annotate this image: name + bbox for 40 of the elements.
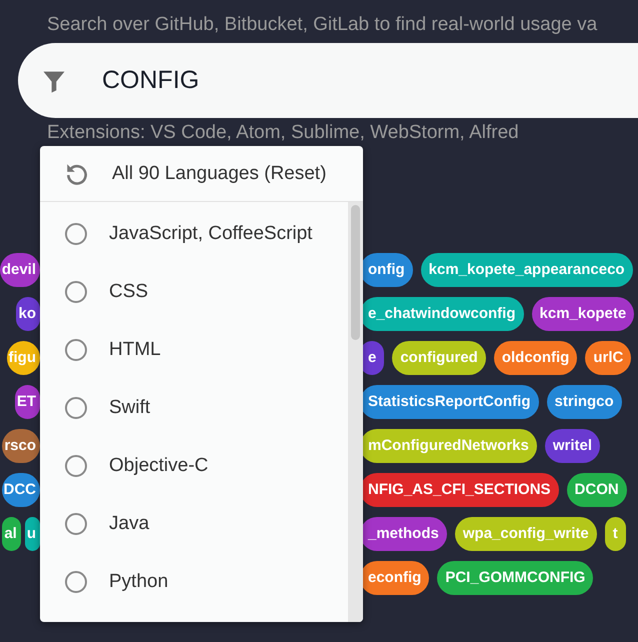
tag-chip[interactable]: e_chatwindowconfig xyxy=(360,297,524,331)
language-option[interactable]: Swift xyxy=(40,379,348,437)
tag-chip[interactable]: econfig xyxy=(360,561,430,595)
tag-chip[interactable]: devil xyxy=(0,253,40,287)
tag-chip[interactable]: DCC xyxy=(2,473,40,507)
extensions-text: Extensions: VS Code, Atom, Sublime, WebStorm, Alfred xyxy=(46,121,520,144)
tag-chip[interactable]: ko xyxy=(16,297,40,331)
language-option[interactable]: JavaScript, CoffeeScript xyxy=(40,205,348,263)
radio-button[interactable] xyxy=(65,339,87,361)
search-field[interactable]: CONFIG xyxy=(18,43,638,118)
tag-chip[interactable]: NFIG_AS_CFI_SECTIONS xyxy=(360,473,559,507)
reset-option[interactable]: All 90 Languages (Reset) xyxy=(40,146,363,202)
tag-chip[interactable]: writel xyxy=(544,429,600,463)
tag-chip[interactable]: al xyxy=(2,517,21,551)
tag-chip[interactable]: rsco xyxy=(2,429,40,463)
language-option[interactable]: Python xyxy=(40,553,348,611)
language-option[interactable]: Java xyxy=(40,495,348,553)
tag-chip[interactable]: kcm_kopete xyxy=(532,297,634,331)
language-option[interactable]: Objective-C xyxy=(40,437,348,495)
tag-chip[interactable]: onfig xyxy=(360,253,413,287)
radio-button[interactable] xyxy=(65,571,87,593)
radio-button[interactable] xyxy=(65,223,87,245)
tag-chip[interactable]: _methods xyxy=(360,517,447,551)
scrollbar[interactable] xyxy=(348,202,363,622)
tag-chip[interactable]: PCI_GOMMCONFIG xyxy=(437,561,594,595)
radio-button[interactable] xyxy=(65,513,87,535)
radio-button[interactable] xyxy=(65,281,87,303)
tag-chip[interactable]: urlC xyxy=(585,341,632,375)
tag-chip[interactable]: kcm_kopete_appearanceco xyxy=(420,253,633,287)
tag-chip[interactable]: stringco xyxy=(546,385,622,419)
tag-chip[interactable]: StatisticsReportConfig xyxy=(360,385,539,419)
tag-chip[interactable]: DCON xyxy=(566,473,627,507)
tag-chip[interactable]: u xyxy=(24,517,40,551)
radio-button[interactable] xyxy=(65,455,87,477)
tag-chip[interactable]: ET xyxy=(14,385,40,419)
subtitle: Search over GitHub, Bitbucket, GitLab to find real-world usage va xyxy=(46,13,598,37)
tag-chip[interactable]: oldconfig xyxy=(494,341,578,375)
language-option[interactable]: HTML xyxy=(40,321,348,379)
language-option[interactable]: CSS xyxy=(40,263,348,321)
radio-button[interactable] xyxy=(65,397,87,419)
